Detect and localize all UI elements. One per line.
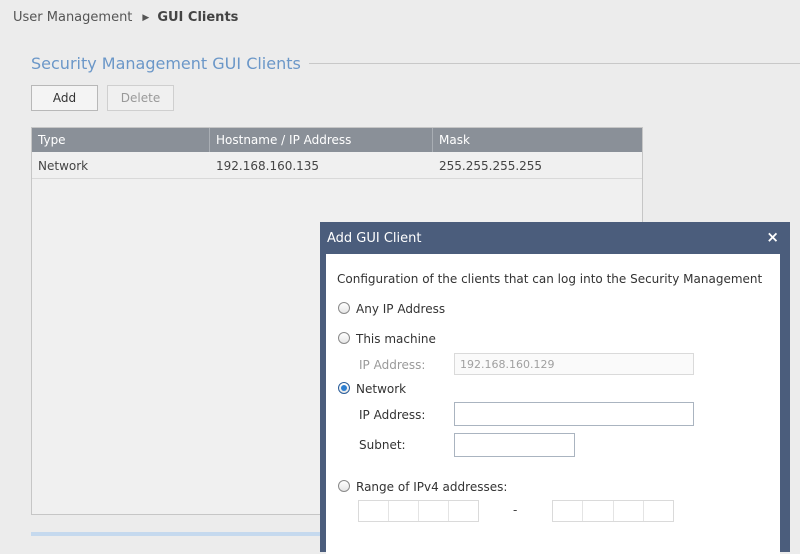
this-machine-label[interactable]: This machine <box>356 332 436 346</box>
this-machine-ip-field <box>454 353 694 375</box>
network-subnet-label: Subnet: <box>359 438 406 452</box>
cell-type: Network <box>38 159 89 173</box>
network-label[interactable]: Network <box>356 382 406 396</box>
breadcrumb-current: GUI Clients <box>157 10 239 25</box>
network-ip-field[interactable] <box>454 402 694 426</box>
octet-segment <box>644 501 673 521</box>
this-machine-ip-label: IP Address: <box>359 358 426 372</box>
network-ip-label: IP Address: <box>359 408 426 422</box>
column-header-hostname[interactable]: Hostname / IP Address <box>216 133 351 147</box>
octet-segment <box>419 501 449 521</box>
cell-mask: 255.255.255.255 <box>439 159 543 173</box>
network-radio[interactable] <box>338 382 350 394</box>
column-header-type[interactable]: Type <box>38 133 66 147</box>
bottom-bar <box>31 532 331 536</box>
breadcrumb-parent[interactable]: User Management <box>13 10 132 25</box>
column-header-mask[interactable]: Mask <box>439 133 470 147</box>
dialog-title: Add GUI Client <box>327 231 422 246</box>
column-divider <box>432 128 433 152</box>
this-machine-radio[interactable] <box>338 332 350 344</box>
dialog-body: Configuration of the clients that can lo… <box>326 254 780 554</box>
delete-button[interactable]: Delete <box>107 85 174 111</box>
dialog-description: Configuration of the clients that can lo… <box>337 272 763 286</box>
any-ip-radio[interactable] <box>338 302 350 314</box>
octet-segment <box>449 501 478 521</box>
breadcrumb: User Management ▶ GUI Clients <box>13 10 238 25</box>
chevron-right-icon: ▶ <box>142 12 150 23</box>
section-title: Security Management GUI Clients <box>31 54 309 73</box>
table-row[interactable]: Network 192.168.160.135 255.255.255.255 <box>32 152 642 179</box>
network-subnet-field[interactable] <box>454 433 575 457</box>
any-ip-label[interactable]: Any IP Address <box>356 302 445 316</box>
table-header: Type Hostname / IP Address Mask <box>32 128 642 152</box>
range-radio[interactable] <box>338 480 350 492</box>
cell-hostname: 192.168.160.135 <box>216 159 320 173</box>
add-gui-client-dialog: Add GUI Client × Configuration of the cl… <box>320 222 790 554</box>
octet-segment <box>359 501 389 521</box>
range-end-field <box>552 500 674 522</box>
octet-segment <box>614 501 644 521</box>
add-button[interactable]: Add <box>31 85 98 111</box>
range-label[interactable]: Range of IPv4 addresses: <box>356 480 507 494</box>
close-icon[interactable]: × <box>766 228 779 246</box>
range-start-field <box>358 500 479 522</box>
octet-segment <box>553 501 584 521</box>
column-divider <box>209 128 210 152</box>
range-separator: - <box>513 503 518 517</box>
octet-segment <box>389 501 419 521</box>
octet-segment <box>583 501 614 521</box>
